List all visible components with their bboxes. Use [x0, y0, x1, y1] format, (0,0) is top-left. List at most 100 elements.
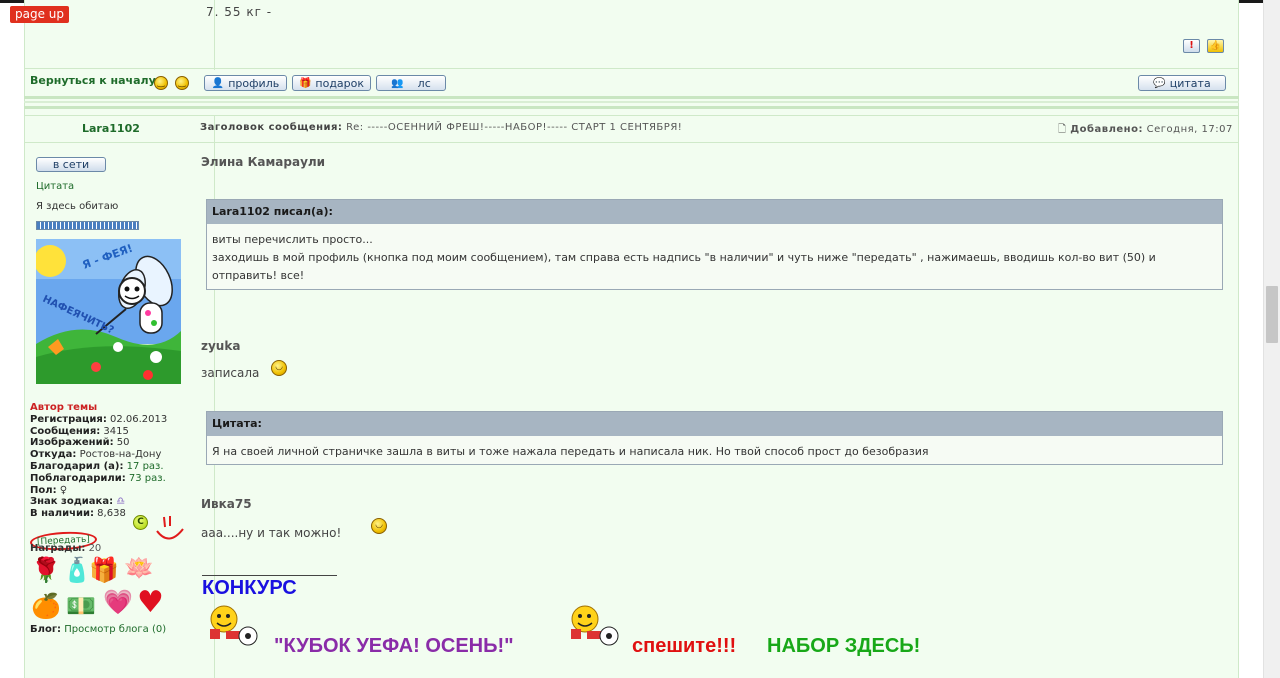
- post-date-label: Добавлено:: [1070, 124, 1143, 135]
- quoted-name-3: Ивка75: [201, 497, 252, 511]
- user-stat-row: Знак зодиака: ♎: [30, 496, 167, 508]
- user-stat-label: В наличии:: [30, 508, 94, 520]
- user-stat-value: 8,638: [97, 508, 126, 520]
- user-stat-label: Пол:: [30, 484, 57, 496]
- post-separator: [24, 101, 1239, 103]
- back-to-top-link[interactable]: Вернуться к началу: [30, 74, 156, 87]
- quote-block-1: Lara1102 писал(а): виты перечислить прос…: [206, 199, 1223, 290]
- post-author-name[interactable]: Lara1102: [82, 122, 140, 135]
- quote-line: виты перечислить просто...: [212, 233, 373, 246]
- quoted-name-1: Элина Камараули: [201, 155, 326, 169]
- report-button[interactable]: !: [1183, 39, 1200, 53]
- topic-author-badge: Автор темы: [30, 402, 98, 413]
- user-stat-value: Ростов-на-Дону: [79, 449, 162, 461]
- profile-button[interactable]: 👤 профиль: [204, 75, 287, 91]
- user-icon: 👤: [211, 77, 225, 89]
- previous-post-text: 7. 55 кг -: [206, 5, 273, 19]
- awards-row: Награды: 20: [30, 543, 101, 554]
- user-stat-row: Регистрация: 02.06.2013: [30, 414, 167, 426]
- blog-label: Блог:: [30, 624, 62, 635]
- cup-title: "КУБОК УЕФА! ОСЕНЬ!": [274, 635, 514, 657]
- post-text-3: ааа....ну и так можно!: [201, 526, 342, 540]
- user-stat-value: ♀: [59, 484, 68, 496]
- online-status-button[interactable]: в сети: [36, 157, 106, 172]
- user-stat-label: Изображений:: [30, 437, 114, 449]
- user-stat-value: 17 раз.: [126, 460, 164, 472]
- thumb-up-button[interactable]: 👍: [1207, 39, 1224, 53]
- user-stat-label: Сообщения:: [30, 425, 101, 437]
- rose-icon: 🌹: [31, 556, 61, 584]
- thumb-up-icon: 👍: [1209, 41, 1222, 51]
- money-icon: 💵: [66, 592, 96, 620]
- awards-label: Награды:: [30, 543, 86, 554]
- user-stat-row: Поблагодарили: 73 раз.: [30, 473, 167, 485]
- user-stat-row: Пол: ♀: [30, 485, 167, 497]
- user-stat-row: Изображений: 50: [30, 437, 167, 449]
- zodiac-icon: ♎: [116, 496, 126, 508]
- user-stat-row: Сообщения: 3415: [30, 426, 167, 438]
- pm-label: лс: [417, 76, 431, 90]
- smile-icon: ‿: [175, 76, 189, 90]
- pink-heart-icon: 💗: [103, 588, 133, 616]
- user-stat-row: Откуда: Ростов-на-Дону: [30, 449, 167, 461]
- football-smiley-icon: [571, 605, 619, 646]
- quote-header-1: Lara1102 писал(а):: [207, 200, 1222, 224]
- quote-header-2: Цитата:: [207, 412, 1222, 436]
- user-stat-value: 02.06.2013: [110, 413, 168, 425]
- quote-line: Я на своей личной страничке зашла в виты…: [212, 445, 929, 458]
- contest-heading: КОНКУРС: [202, 577, 297, 599]
- user-avatar: Я - ФЕЯ! НАФЕЯЧИТЬ?: [36, 239, 181, 384]
- quote-body-1: виты перечислить просто... заходишь в мо…: [207, 224, 1222, 292]
- smile-icon: ◡: [371, 518, 387, 534]
- quote-label: цитата: [1169, 76, 1211, 90]
- user-stat-label: Регистрация:: [30, 413, 107, 425]
- post-date-value: Сегодня, 17:07: [1146, 124, 1233, 135]
- red-smile-drawing: [156, 516, 184, 540]
- user-stat-label: Знак зодиака:: [30, 496, 114, 508]
- smile-icon: ‿: [154, 76, 168, 90]
- user-stat-value: 50: [116, 437, 130, 449]
- orange-icon: 🍊: [31, 592, 61, 620]
- user-stat-value: 3415: [103, 425, 129, 437]
- user-stat-label: Откуда:: [30, 449, 77, 461]
- red-heart-icon: ♥: [137, 585, 164, 620]
- document-icon: 🗋: [1058, 124, 1067, 135]
- rank-progress-bar: [36, 221, 139, 230]
- gift-button[interactable]: 🎁 подарок: [292, 75, 371, 91]
- gift-icon: 🎁: [298, 77, 312, 89]
- blog-link[interactable]: Просмотр блога (0): [64, 624, 166, 635]
- quoted-name-2: zyuka: [201, 339, 241, 353]
- signup-here-link[interactable]: НАБОР ЗДЕСЬ!: [767, 635, 920, 658]
- user-stats: Автор темы Регистрация: 02.06.2013 Сообще…: [30, 402, 167, 520]
- post-date: 🗋 Добавлено: Сегодня, 17:07: [1058, 122, 1233, 139]
- pm-button[interactable]: 👥 лс: [376, 75, 446, 91]
- lotus-icon: 🪷: [124, 554, 154, 582]
- quote-line: заходишь в мой профиль (кнопка под моим …: [212, 251, 1156, 264]
- divider: [24, 68, 1239, 69]
- page-scrollbar[interactable]: [1263, 0, 1280, 678]
- divider: [24, 115, 1239, 116]
- quote-block-2: Цитата: Я на своей личной страничке зашл…: [206, 411, 1223, 465]
- blog-row: Блог: Просмотр блога (0): [30, 624, 166, 635]
- divider: [24, 142, 1239, 143]
- post-separator: [24, 106, 1239, 109]
- post-title-text: Re: -----ОСЕННИЙ ФРЕШ!-----НАБОР!----- С…: [346, 122, 683, 133]
- coin-icon: C: [133, 515, 148, 530]
- users-icon: 👥: [391, 77, 404, 89]
- gift-label: подарок: [315, 76, 365, 90]
- underline-decoration: [202, 575, 337, 576]
- report-icon: !: [1189, 40, 1194, 51]
- user-stat-label: Благодарил (а):: [30, 460, 124, 472]
- scrollbar-thumb[interactable]: [1266, 286, 1278, 343]
- profile-label: профиль: [228, 76, 280, 90]
- awards-count: 20: [88, 543, 102, 554]
- sidebar-quote-link[interactable]: Цитата: [36, 181, 74, 192]
- post-title-label: Заголовок сообщения:: [200, 122, 343, 133]
- user-stat-value: 73 раз.: [128, 472, 166, 484]
- quote-line: отправить! все!: [212, 269, 305, 282]
- page-up-button[interactable]: page up: [10, 6, 70, 23]
- speech-bubble-icon: 💬: [1153, 77, 1166, 89]
- quote-button[interactable]: 💬 цитата: [1138, 75, 1226, 91]
- smile-icon: ◡: [271, 360, 287, 376]
- hurry-text: спешите!!!: [632, 635, 737, 657]
